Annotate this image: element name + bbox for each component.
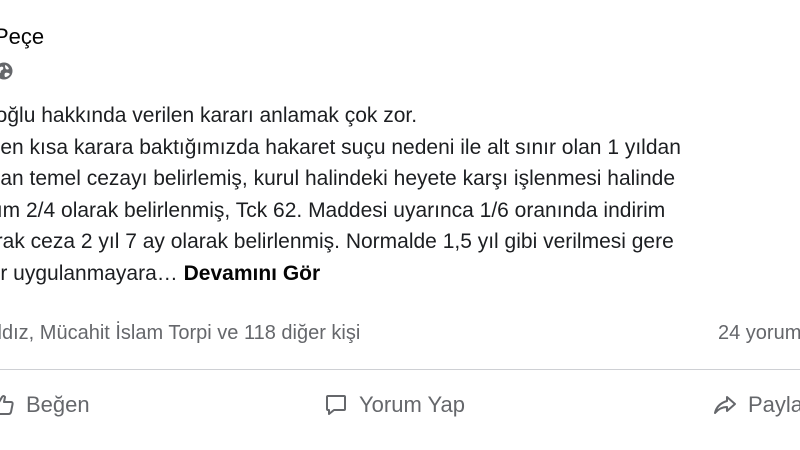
post-text-line: ler uygulanmayara… — [0, 261, 178, 285]
see-more-link[interactable]: Devamını Gör — [184, 262, 321, 285]
globe-icon[interactable] — [0, 61, 14, 81]
share-label: Paylaş — [748, 392, 800, 417]
share-arrow-icon — [712, 392, 738, 418]
facebook-post: Peçe noğlu hakkında verilen kararı anlam… — [0, 0, 800, 450]
comment-label: Yorum Yap — [359, 392, 466, 417]
comments-count[interactable]: 24 yorum — [718, 322, 800, 345]
post-text-line: rilen kısa karara baktığımızda hakaret s… — [0, 135, 681, 159]
divider — [0, 369, 800, 370]
post-body: noğlu hakkında verilen kararı anlamak ço… — [0, 100, 800, 289]
post-text-line: arak ceza 2 yıl 7 ay olarak belirlenmiş.… — [0, 230, 674, 253]
post-text-last-line: ler uygulanmayara… Devamını Gör — [0, 258, 800, 290]
post-meta — [0, 61, 14, 81]
author-name[interactable]: Peçe — [0, 24, 44, 50]
comment-button[interactable]: Yorum Yap — [323, 386, 465, 424]
post-text-line: ırım 2/4 olarak belirlenmiş, Tck 62. Mad… — [0, 198, 666, 222]
thumbs-up-icon — [0, 392, 16, 418]
like-button[interactable]: Beğen — [0, 386, 90, 424]
like-label: Beğen — [26, 392, 90, 417]
share-button[interactable]: Paylaş — [712, 386, 800, 424]
reactions-summary[interactable]: ıldız, Mücahit İslam Torpi ve 118 diğer … — [0, 322, 360, 345]
post-text-line: noğlu hakkında verilen kararı anlamak ço… — [0, 104, 418, 127]
post-text-line: ldan temel cezayı belirlemiş, kurul hali… — [0, 167, 676, 190]
comment-bubble-icon — [323, 392, 349, 418]
